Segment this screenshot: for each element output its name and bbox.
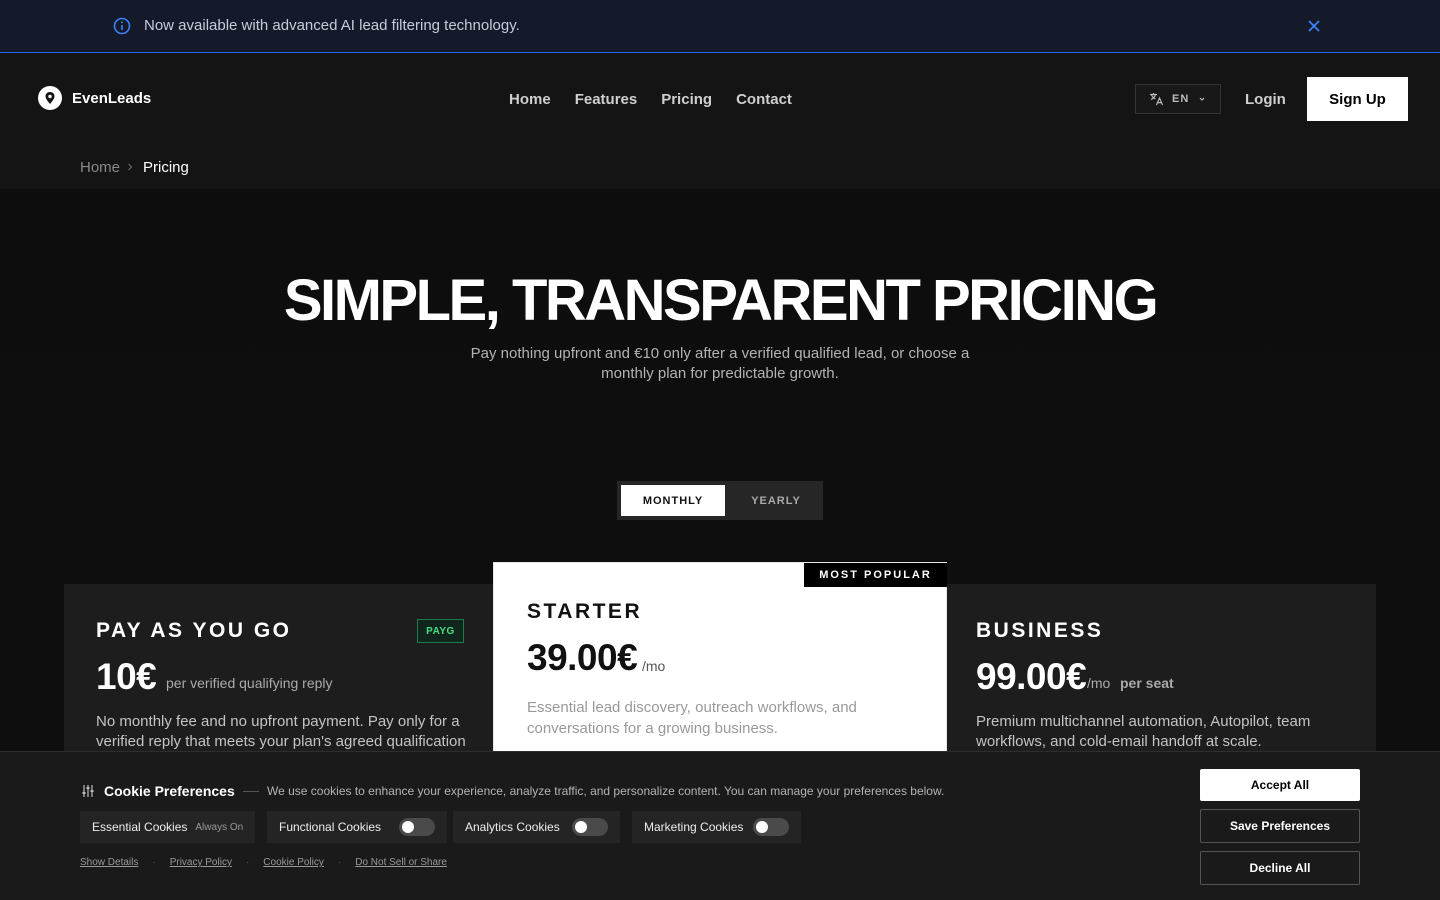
separator: · <box>245 857 250 868</box>
cookie-category-label: Essential Cookies <box>92 820 188 834</box>
separator: · <box>337 857 342 868</box>
show-details-link[interactable]: Show Details <box>80 857 138 868</box>
plan-badge: PAYG <box>417 619 464 643</box>
cookie-policy-link[interactable]: Cookie Policy <box>263 857 324 868</box>
chevron-down-icon <box>1199 97 1205 101</box>
page-title: SIMPLE, TRANSPARENT PRICING <box>283 268 1159 333</box>
site-header: EvenLeads Home Features Pricing Contact … <box>0 53 1440 145</box>
plan-description: Premium multichannel automation, Autopil… <box>976 713 1311 750</box>
close-icon[interactable] <box>1305 17 1323 35</box>
decline-all-button[interactable]: Decline All <box>1200 851 1360 885</box>
cookie-category-label: Marketing Cookies <box>644 820 744 834</box>
cookie-chip-analytics: Analytics Cookies <box>453 811 620 843</box>
analytics-toggle[interactable] <box>571 818 608 836</box>
translate-icon <box>1150 93 1164 106</box>
plan-price-extra: per seat <box>1120 675 1174 691</box>
brand-logo[interactable]: EvenLeads <box>38 86 151 110</box>
billing-toggle: MONTHLY YEARLY <box>617 481 823 520</box>
plan-name: PAY AS YOU GO <box>96 619 292 642</box>
page-subtitle: Pay nothing upfront and €10 only after a… <box>470 345 970 382</box>
accept-all-button[interactable]: Accept All <box>1200 769 1360 801</box>
divider <box>243 791 259 792</box>
plan-description: Essential lead discovery, outreach workf… <box>527 699 857 737</box>
cookie-chip-essential: Essential Cookies Always On <box>80 811 256 843</box>
plan-price: 10€ <box>96 656 157 697</box>
do-not-sell-link[interactable]: Do Not Sell or Share <box>355 857 447 868</box>
language-selector[interactable]: EN <box>1135 84 1221 114</box>
cookie-description: We use cookies to enhance your experienc… <box>267 784 945 798</box>
announcement-bar: Now available with advanced AI lead filt… <box>0 0 1440 53</box>
brand-name: EvenLeads <box>72 89 152 107</box>
cookie-links: Show Details · Privacy Policy · Cookie P… <box>80 857 447 868</box>
plan-price: 99.00€ <box>976 656 1087 697</box>
sliders-icon <box>82 785 94 797</box>
nav-features[interactable]: Features <box>575 91 638 108</box>
cookie-category-label: Functional Cookies <box>279 820 382 834</box>
toggle-monthly[interactable]: MONTHLY <box>621 485 725 516</box>
marketing-toggle[interactable] <box>753 818 790 836</box>
privacy-policy-link[interactable]: Privacy Policy <box>170 857 232 868</box>
nav-home[interactable]: Home <box>509 91 551 108</box>
cookie-chip-functional: Functional Cookies <box>267 811 448 843</box>
plan-price-unit: /mo <box>642 658 666 674</box>
signup-button[interactable]: Sign Up <box>1307 77 1408 121</box>
main-nav: Home Features Pricing Contact <box>509 91 792 108</box>
cookie-category-label: Analytics Cookies <box>465 820 560 834</box>
plan-name: STARTER <box>527 600 643 623</box>
cookie-title: Cookie Preferences <box>104 783 235 799</box>
save-preferences-button[interactable]: Save Preferences <box>1200 809 1360 843</box>
breadcrumb: Home Pricing <box>0 145 1440 189</box>
plan-name: BUSINESS <box>976 619 1104 642</box>
plan-price: 39.00€ <box>527 637 638 678</box>
nav-pricing[interactable]: Pricing <box>661 91 712 108</box>
plan-price-unit: per verified qualifying reply <box>166 675 333 691</box>
nav-contact[interactable]: Contact <box>736 91 792 108</box>
announcement-text: Now available with advanced AI lead filt… <box>144 17 520 34</box>
breadcrumb-current: Pricing <box>143 159 189 176</box>
plan-description: No monthly fee and no upfront payment. P… <box>96 713 466 750</box>
most-popular-badge: MOST POPULAR <box>804 563 947 587</box>
login-link[interactable]: Login <box>1245 91 1286 108</box>
separator: · <box>152 857 156 868</box>
chevron-right-icon <box>128 163 133 171</box>
cookie-chip-marketing: Marketing Cookies <box>632 811 802 843</box>
toggle-yearly[interactable]: YEARLY <box>729 485 823 516</box>
functional-toggle[interactable] <box>399 818 436 836</box>
cookie-banner: Cookie Preferences We use cookies to enh… <box>0 751 1440 900</box>
language-code: EN <box>1172 93 1190 105</box>
plan-price-unit: /mo <box>1087 675 1111 691</box>
always-on-note: Always On <box>195 821 244 833</box>
breadcrumb-home[interactable]: Home <box>80 159 120 176</box>
location-pin-icon <box>38 86 62 110</box>
info-icon <box>113 17 131 35</box>
